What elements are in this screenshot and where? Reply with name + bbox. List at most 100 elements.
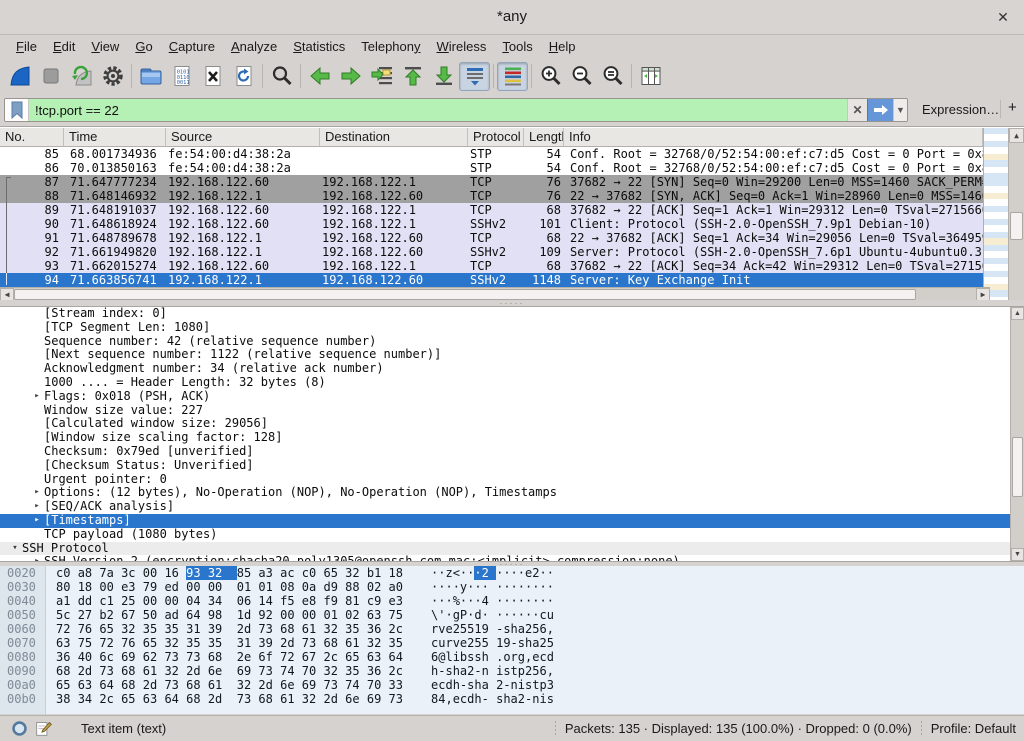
filter-dropdown-icon[interactable]: ▼ [893, 99, 907, 121]
add-filter-button[interactable]: + [1008, 99, 1017, 116]
details-line[interactable]: [TCP Segment Len: 1080] [0, 321, 1024, 335]
go-forward-button[interactable] [335, 62, 366, 91]
expand-right-icon[interactable]: ▸ [30, 486, 44, 500]
packet-row[interactable]: 9471.663856741192.168.122.1192.168.122.6… [0, 273, 983, 287]
hex-row[interactable]: 008036 40 6c 69 62 73 73 68 2e 6f 72 67 … [0, 650, 1024, 664]
details-line[interactable]: ▸[Timestamps] [0, 514, 1024, 528]
open-file-button[interactable] [135, 62, 166, 91]
menu-help[interactable]: Help [541, 37, 584, 57]
colorize-button[interactable] [497, 62, 528, 91]
menu-capture[interactable]: Capture [161, 37, 223, 57]
menu-file[interactable]: File [8, 37, 45, 57]
menu-telephony[interactable]: Telephony [353, 37, 428, 57]
expand-right-icon[interactable]: ▸ [30, 390, 44, 404]
vscroll-thumb[interactable] [1010, 212, 1023, 240]
details-line[interactable]: Urgent pointer: 0 [0, 473, 1024, 487]
details-line[interactable]: ▸[SEQ/ACK analysis] [0, 500, 1024, 514]
restart-capture-button[interactable] [66, 62, 97, 91]
packet-row[interactable]: 8568.001734936fe:54:00:d4:38:2aSTP54Conf… [0, 147, 983, 161]
hex-row[interactable]: 00a065 63 64 68 2d 73 68 61 32 2d 6e 69 … [0, 678, 1024, 692]
zoom-in-button[interactable] [535, 62, 566, 91]
hscroll-thumb[interactable] [14, 289, 916, 300]
details-line[interactable]: ▸Options: (12 bytes), No-Operation (NOP)… [0, 486, 1024, 500]
column-header-time[interactable]: Time [64, 128, 166, 146]
details-line[interactable]: Acknowledgment number: 34 (relative ack … [0, 362, 1024, 376]
menu-edit[interactable]: Edit [45, 37, 83, 57]
scroll-up-icon[interactable]: ▲ [1009, 128, 1024, 143]
display-filter-input[interactable]: !tcp.port == 22 [29, 99, 847, 121]
details-scroll-down-icon[interactable]: ▼ [1011, 548, 1024, 561]
find-packet-button[interactable] [266, 62, 297, 91]
go-to-packet-button[interactable] [366, 62, 397, 91]
filter-bookmark-icon[interactable] [5, 99, 29, 121]
menu-go[interactable]: Go [127, 37, 160, 57]
details-vscrollbar[interactable]: ▲ ▼ [1010, 307, 1024, 561]
menu-wireless[interactable]: Wireless [429, 37, 495, 57]
status-profile[interactable]: Profile: Default [931, 721, 1016, 736]
resize-columns-button[interactable] [635, 62, 666, 91]
details-line[interactable]: 1000 .... = Header Length: 32 bytes (8) [0, 376, 1024, 390]
menu-tools[interactable]: Tools [494, 37, 540, 57]
expert-info-icon[interactable] [9, 719, 29, 739]
filter-clear-icon[interactable]: ✕ [847, 99, 867, 121]
packet-row[interactable]: 9071.648618924192.168.122.60192.168.122.… [0, 217, 983, 231]
packet-row[interactable]: 8971.648191037192.168.122.60192.168.122.… [0, 203, 983, 217]
details-line[interactable]: Checksum: 0x79ed [unverified] [0, 445, 1024, 459]
go-back-button[interactable] [304, 62, 335, 91]
packet-row[interactable]: 9371.662015274192.168.122.60192.168.122.… [0, 259, 983, 273]
menu-view[interactable]: View [83, 37, 127, 57]
packet-row[interactable]: 9271.661949820192.168.122.1192.168.122.6… [0, 245, 983, 259]
menu-analyze[interactable]: Analyze [223, 37, 285, 57]
hex-row[interactable]: 0040a1 dd c1 25 00 00 04 34 06 14 f5 e8 … [0, 594, 1024, 608]
packet-row[interactable]: 9171.648789678192.168.122.1192.168.122.6… [0, 231, 983, 245]
expand-right-icon[interactable]: ▸ [30, 514, 44, 528]
auto-scroll-button[interactable] [459, 62, 490, 91]
column-header-length[interactable]: Length [524, 128, 564, 146]
expression-button[interactable]: Expression… [922, 102, 999, 117]
capture-options-button[interactable] [97, 62, 128, 91]
details-line[interactable]: TCP payload (1080 bytes) [0, 528, 1024, 542]
capture-comment-icon[interactable] [33, 719, 53, 739]
column-header-source[interactable]: Source [166, 128, 320, 146]
reload-file-button[interactable] [228, 62, 259, 91]
details-line[interactable]: Window size value: 227 [0, 404, 1024, 418]
details-scroll-up-icon[interactable]: ▲ [1011, 307, 1024, 320]
hex-row[interactable]: 00505c 27 b2 67 50 ad 64 98 1d 92 00 00 … [0, 608, 1024, 622]
close-file-button[interactable] [197, 62, 228, 91]
column-header-protocol[interactable]: Protocol [468, 128, 524, 146]
go-first-button[interactable] [397, 62, 428, 91]
hex-row[interactable]: 009068 2d 73 68 61 32 2d 6e 69 73 74 70 … [0, 664, 1024, 678]
start-capture-button[interactable] [4, 62, 35, 91]
close-icon[interactable]: ✕ [994, 8, 1012, 26]
hex-row[interactable]: 003080 18 00 e3 79 ed 00 00 01 01 08 0a … [0, 580, 1024, 594]
hex-row[interactable]: 0020c0 a8 7a 3c 00 16 93 32 85 a3 ac c0 … [0, 566, 1024, 580]
details-line[interactable]: [Window size scaling factor: 128] [0, 431, 1024, 445]
details-line[interactable]: [Stream index: 0] [0, 307, 1024, 321]
packet-list-hscrollbar[interactable]: ◀ ▶ [0, 287, 990, 301]
details-line[interactable]: [Calculated window size: 29056] [0, 417, 1024, 431]
hex-row[interactable]: 007063 75 72 76 65 32 35 35 31 39 2d 73 … [0, 636, 1024, 650]
go-last-button[interactable] [428, 62, 459, 91]
column-header-destination[interactable]: Destination [320, 128, 468, 146]
stop-capture-button[interactable] [35, 62, 66, 91]
details-line[interactable]: Sequence number: 42 (relative sequence n… [0, 335, 1024, 349]
zoom-out-button[interactable] [566, 62, 597, 91]
packet-row[interactable]: 8871.648146932192.168.122.1192.168.122.6… [0, 189, 983, 203]
column-header-info[interactable]: Info [564, 128, 983, 146]
details-vscroll-thumb[interactable] [1012, 437, 1023, 497]
filter-apply-icon[interactable] [867, 99, 893, 121]
packet-row[interactable]: 8670.013850163fe:54:00:d4:38:2aSTP54Conf… [0, 161, 983, 175]
expand-right-icon[interactable]: ▸ [30, 500, 44, 514]
zoom-original-button[interactable] [597, 62, 628, 91]
details-line[interactable]: ▸Flags: 0x018 (PSH, ACK) [0, 390, 1024, 404]
hex-row[interactable]: 006072 76 65 32 35 35 31 39 2d 73 68 61 … [0, 622, 1024, 636]
details-line[interactable]: [Checksum Status: Unverified] [0, 459, 1024, 473]
expand-down-icon[interactable]: ▾ [8, 542, 22, 556]
hex-row[interactable]: 00b038 34 2c 65 63 64 68 2d 73 68 61 32 … [0, 692, 1024, 706]
column-header-no[interactable]: No. [0, 128, 64, 146]
menu-statistics[interactable]: Statistics [285, 37, 353, 57]
details-line[interactable]: ▾SSH Protocol [0, 542, 1024, 556]
save-file-button[interactable]: 010101100011 [166, 62, 197, 91]
packet-row[interactable]: 8771.647777234192.168.122.60192.168.122.… [0, 175, 983, 189]
expand-right-icon[interactable]: ▸ [30, 555, 44, 562]
